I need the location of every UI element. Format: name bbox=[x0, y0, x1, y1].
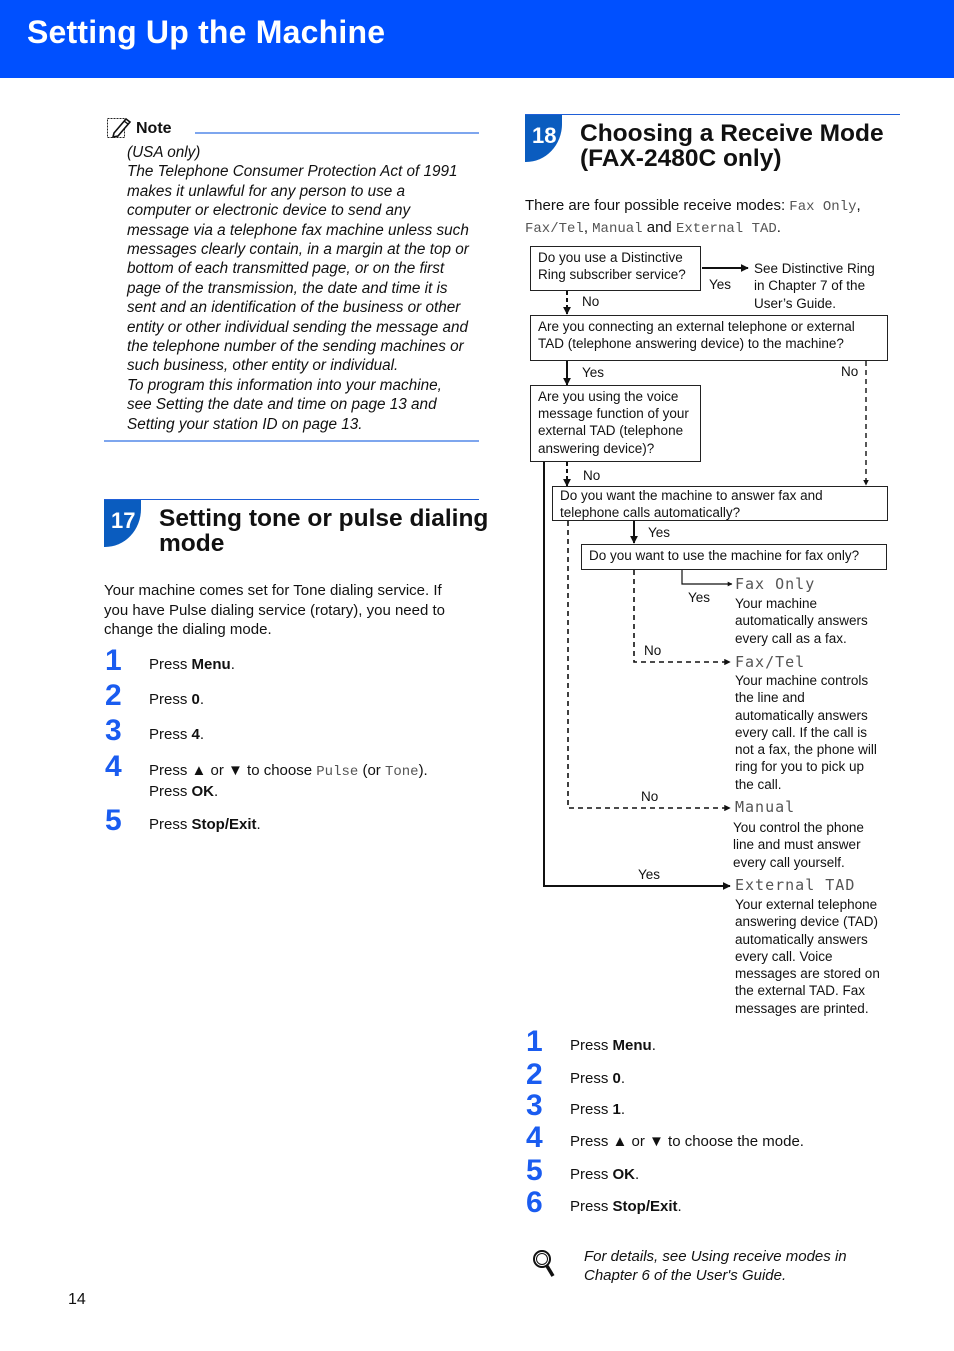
note-line: entity or other individual sending the m… bbox=[127, 318, 468, 336]
connector-q5-yes bbox=[681, 570, 733, 587]
section-18-title-line: Choosing a Receive Mode bbox=[580, 120, 884, 147]
note-line: the telephone number of the sending mach… bbox=[127, 338, 464, 356]
note-pencil-icon bbox=[107, 117, 132, 139]
flowchart-label-no: No bbox=[644, 643, 662, 658]
connector-q3-yes bbox=[543, 462, 731, 890]
note-line: Setting your station ID on page 13. bbox=[127, 415, 363, 433]
intro-line: change the dialing mode. bbox=[104, 621, 272, 638]
note-line: messages clearly contain, in a margin at… bbox=[127, 241, 469, 259]
mode-fax-tel: Fax/Tel bbox=[735, 653, 806, 671]
section-18-title: Choosing a Receive Mode (FAX-2480C only) bbox=[580, 121, 884, 171]
step-number: 6 bbox=[526, 1186, 543, 1219]
note-line: page of the transmission, the date and t… bbox=[127, 279, 448, 297]
note-line: see Setting the date and time on page 13… bbox=[127, 396, 437, 414]
flowchart-question-external-device: Are you connecting an external telephone… bbox=[530, 315, 888, 361]
step-number: 5 bbox=[526, 1154, 543, 1187]
page-header: Setting Up the Machine bbox=[0, 0, 954, 78]
note-line: bottom of each transmitted page, or on t… bbox=[127, 260, 445, 278]
flowchart-label-yes: Yes bbox=[638, 867, 661, 882]
flowchart-label-yes: Yes bbox=[709, 277, 732, 292]
note-line: To program this information into your ma… bbox=[127, 376, 442, 394]
flowchart-label-yes: Yes bbox=[688, 590, 711, 605]
intro-line: Your machine comes set for Tone dialing … bbox=[104, 582, 442, 599]
note-top-rule bbox=[195, 132, 479, 134]
section-17-intro: Your machine comes set for Tone dialing … bbox=[104, 581, 484, 640]
note-line: sent and an identification of the busine… bbox=[127, 299, 461, 317]
flowchart-question-answer-automatically: Do you want the machine to answer fax an… bbox=[552, 486, 888, 521]
flowchart-question-voice-message: Are you using the voice message function… bbox=[530, 385, 701, 462]
section-18-number: 18 bbox=[532, 123, 557, 148]
mode-manual-desc: You control the phone line and must answ… bbox=[733, 820, 864, 870]
step-number: 1 bbox=[526, 1025, 543, 1058]
section-18-rule bbox=[525, 114, 900, 115]
note-line: message via a telephone fax machine unle… bbox=[127, 221, 469, 239]
step-number: 2 bbox=[526, 1058, 543, 1091]
step-number: 3 bbox=[105, 714, 122, 747]
section-17-badge: 17 bbox=[104, 500, 141, 547]
section-17-number: 17 bbox=[111, 508, 136, 533]
mode-manual: Manual bbox=[735, 798, 796, 816]
tip-text: For details, see Using receive modes in … bbox=[584, 1248, 847, 1284]
step-text: Press 4. bbox=[149, 726, 205, 743]
flowchart-label-no: No bbox=[641, 789, 659, 804]
section-17-title-line: Setting tone or pulse dialing bbox=[159, 505, 489, 532]
step-number: 1 bbox=[105, 644, 122, 677]
note-label: Note bbox=[136, 120, 172, 137]
step-number: 4 bbox=[526, 1121, 543, 1154]
mode-fax-only: Fax Only bbox=[735, 575, 816, 593]
note-bottom-rule bbox=[104, 440, 479, 442]
step-number: 5 bbox=[105, 804, 122, 837]
intro-line: you have Pulse dialing service (rotary),… bbox=[104, 601, 446, 619]
flowchart-label-no: No bbox=[583, 468, 601, 483]
flowchart-question-distinctive-ring: Do you use a Distinctive Ring subscriber… bbox=[530, 246, 701, 291]
page-number: 14 bbox=[68, 1291, 86, 1308]
step-text: Press OK. bbox=[570, 1166, 640, 1183]
step-text: Press Menu. bbox=[149, 656, 235, 673]
note-line: computer or electronic device to send an… bbox=[127, 202, 411, 220]
section-18-title-line: (FAX-2480C only) bbox=[580, 145, 782, 172]
step-number: 3 bbox=[526, 1089, 543, 1122]
flowchart-result-distinctive-ring: See Distinctive Ring in Chapter 7 of the… bbox=[754, 261, 875, 311]
step-text: Press 0. bbox=[149, 691, 205, 708]
step-text: Press Stop/Exit. bbox=[570, 1198, 682, 1215]
step-text: Press ▲ or ▼ to choose Pulse (or Tone). … bbox=[149, 762, 428, 800]
flowchart-label-no: No bbox=[841, 364, 859, 379]
mode-external-tad-desc: Your external telephone answering device… bbox=[735, 897, 880, 1016]
step-text: Press 1. bbox=[570, 1101, 626, 1118]
magnifier-icon bbox=[533, 1250, 555, 1277]
page-title: Setting Up the Machine bbox=[27, 14, 386, 50]
step-number: 4 bbox=[105, 750, 122, 783]
note-line: such business, other entity or individua… bbox=[127, 357, 399, 375]
note-line: The Telephone Consumer Protection Act of… bbox=[127, 163, 458, 181]
section-17-title-line: mode bbox=[159, 530, 225, 557]
step-text: Press 0. bbox=[570, 1070, 626, 1087]
note-body: (USA only) The Telephone Consumer Protec… bbox=[127, 143, 487, 434]
flowchart-label-no: No bbox=[582, 294, 600, 309]
section-17-title: Setting tone or pulse dialing mode bbox=[159, 506, 488, 556]
step-text: Press Stop/Exit. bbox=[149, 816, 261, 833]
step-number: 2 bbox=[105, 679, 122, 712]
mode-external-tad: External TAD bbox=[735, 876, 856, 894]
note-line: (USA only) bbox=[127, 144, 201, 161]
flowchart-label-yes: Yes bbox=[582, 365, 605, 380]
section-18-badge: 18 bbox=[525, 115, 562, 162]
step-text: Press Menu. bbox=[570, 1037, 656, 1054]
section-18-intro: There are four possible receive modes: F… bbox=[525, 197, 861, 237]
step-text: Press ▲ or ▼ to choose the mode. bbox=[570, 1133, 804, 1150]
note-line: makes it unlawful for any person to use … bbox=[127, 182, 406, 200]
section-17-rule bbox=[104, 499, 479, 500]
mode-fax-tel-desc: Your machine controls the line and autom… bbox=[735, 673, 877, 792]
flowchart-label-yes: Yes bbox=[648, 525, 671, 540]
flowchart-question-fax-only: Do you want to use the machine for fax o… bbox=[581, 544, 887, 570]
mode-fax-only-desc: Your machine automatically answers every… bbox=[735, 596, 868, 646]
